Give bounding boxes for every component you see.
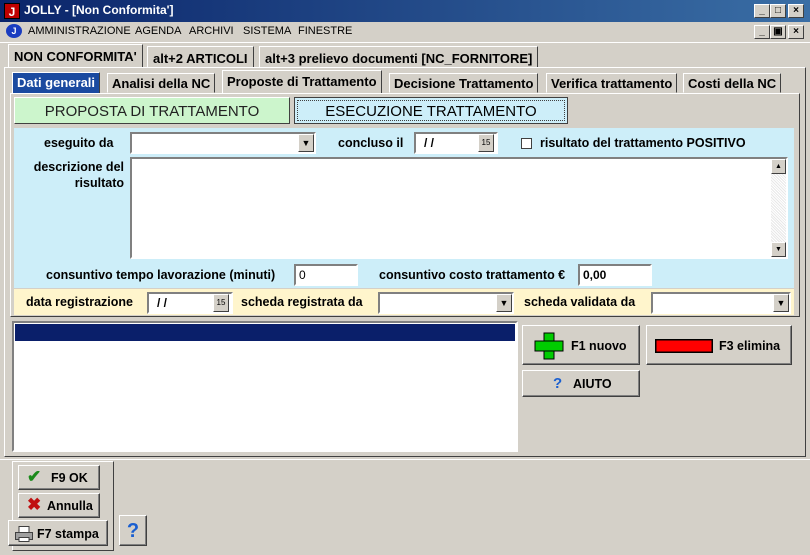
scheda-validata-select[interactable] xyxy=(651,292,791,314)
eseguito-da-select[interactable] xyxy=(130,132,316,154)
window-title: JOLLY - [Non Conformita'] xyxy=(24,3,174,17)
maximize-button[interactable]: □ xyxy=(770,4,786,18)
elimina-label: F3 elimina xyxy=(719,339,781,353)
cross-icon: ✖ xyxy=(27,495,42,514)
tab-esecuzione-trattamento[interactable]: ESECUZIONE TRATTAMENTO xyxy=(294,97,568,124)
minimize-button[interactable]: _ xyxy=(754,4,770,18)
delete-bar-icon xyxy=(655,339,713,353)
tempo-lavorazione-label: consuntivo tempo lavorazione (minuti) xyxy=(46,268,276,282)
descrizione-textarea[interactable] xyxy=(130,157,788,259)
risultato-positivo-label: risultato del trattamento POSITIVO xyxy=(540,136,746,150)
aiuto-label: AIUTO xyxy=(573,377,612,391)
menu-finestre[interactable]: FINESTRE xyxy=(298,25,352,37)
subtab-verifica-trattamento[interactable]: Verifica trattamento xyxy=(546,73,678,93)
close-button[interactable]: × xyxy=(788,4,804,18)
tempo-lavorazione-field[interactable]: 0 xyxy=(294,264,358,286)
scheda-validata-label: scheda validata da xyxy=(524,295,636,309)
scroll-down-icon[interactable]: ▼ xyxy=(771,242,786,257)
help-icon: ? xyxy=(553,375,563,392)
child-minimize-button[interactable]: _ xyxy=(754,25,770,39)
data-registrazione-label: data registrazione xyxy=(26,295,133,309)
concluso-il-label: concluso il xyxy=(338,136,404,150)
ok-button[interactable]: ✔ F9 OK xyxy=(18,465,100,490)
tab-articoli[interactable]: alt+2 ARTICOLI xyxy=(147,46,254,68)
nuovo-button[interactable]: F1 nuovo xyxy=(522,325,640,365)
tab-proposta-trattamento[interactable]: PROPOSTA DI TRATTAMENTO xyxy=(14,97,290,124)
elimina-button[interactable]: F3 elimina xyxy=(646,325,792,365)
subtab-decisione-trattamento[interactable]: Decisione Trattamento xyxy=(389,73,539,93)
printer-icon xyxy=(15,526,33,542)
checkmark-icon: ✔ xyxy=(27,467,42,486)
stampa-label: F7 stampa xyxy=(37,527,99,541)
menu-amministrazione[interactable]: AMMINISTRAZIONE xyxy=(28,25,131,37)
eseguito-da-label: eseguito da xyxy=(44,136,114,150)
chevron-down-icon[interactable]: ▼ xyxy=(496,294,512,312)
tab-prelievo-documenti[interactable]: alt+3 prelievo documenti [NC_FORNITORE] xyxy=(259,46,539,68)
plus-icon xyxy=(534,332,564,360)
child-restore-button[interactable]: ▣ xyxy=(770,25,786,39)
tab-non-conformita[interactable]: NON CONFORMITA' xyxy=(8,44,143,68)
help-button[interactable]: ? xyxy=(119,515,147,546)
subtab-costi-nc[interactable]: Costi della NC xyxy=(683,73,782,93)
menu-agenda[interactable]: AGENDA xyxy=(135,25,181,37)
menu-archivi[interactable]: ARCHIVI xyxy=(189,25,234,37)
annulla-label: Annulla xyxy=(47,499,93,513)
descrizione-label: descrizione del xyxy=(33,160,124,174)
scroll-up-icon[interactable]: ▲ xyxy=(771,159,786,174)
subtab-analisi-nc[interactable]: Analisi della NC xyxy=(107,73,216,93)
scheda-registrata-select[interactable] xyxy=(378,292,514,314)
calendar-icon[interactable]: 15 xyxy=(213,294,229,312)
ok-label: F9 OK xyxy=(51,471,88,485)
menu-sistema[interactable]: SISTEMA xyxy=(243,25,291,37)
nuovo-label: F1 nuovo xyxy=(571,339,627,353)
stampa-button[interactable]: F7 stampa xyxy=(8,520,108,546)
scheda-registrata-label: scheda registrata da xyxy=(241,295,363,309)
child-window-icon[interactable]: J xyxy=(6,24,22,38)
calendar-icon[interactable]: 15 xyxy=(478,134,494,152)
subtab-dati-generali[interactable]: Dati generali xyxy=(12,72,101,94)
chevron-down-icon[interactable]: ▼ xyxy=(773,294,789,312)
costo-trattamento-field[interactable]: 0,00 xyxy=(578,264,652,286)
app-logo-icon[interactable]: J xyxy=(4,3,20,19)
risultato-positivo-checkbox[interactable] xyxy=(521,138,532,149)
list-header[interactable] xyxy=(15,324,515,341)
subtab-proposte-trattamento[interactable]: Proposte di Trattamento xyxy=(222,70,382,94)
child-close-button[interactable]: × xyxy=(788,25,804,39)
descrizione-label-line2: risultato xyxy=(74,176,124,190)
aiuto-button[interactable]: ? AIUTO xyxy=(522,370,640,397)
annulla-button[interactable]: ✖ Annulla xyxy=(18,493,100,518)
chevron-down-icon[interactable]: ▼ xyxy=(298,134,314,152)
costo-trattamento-label: consuntivo costo trattamento € xyxy=(379,268,566,282)
